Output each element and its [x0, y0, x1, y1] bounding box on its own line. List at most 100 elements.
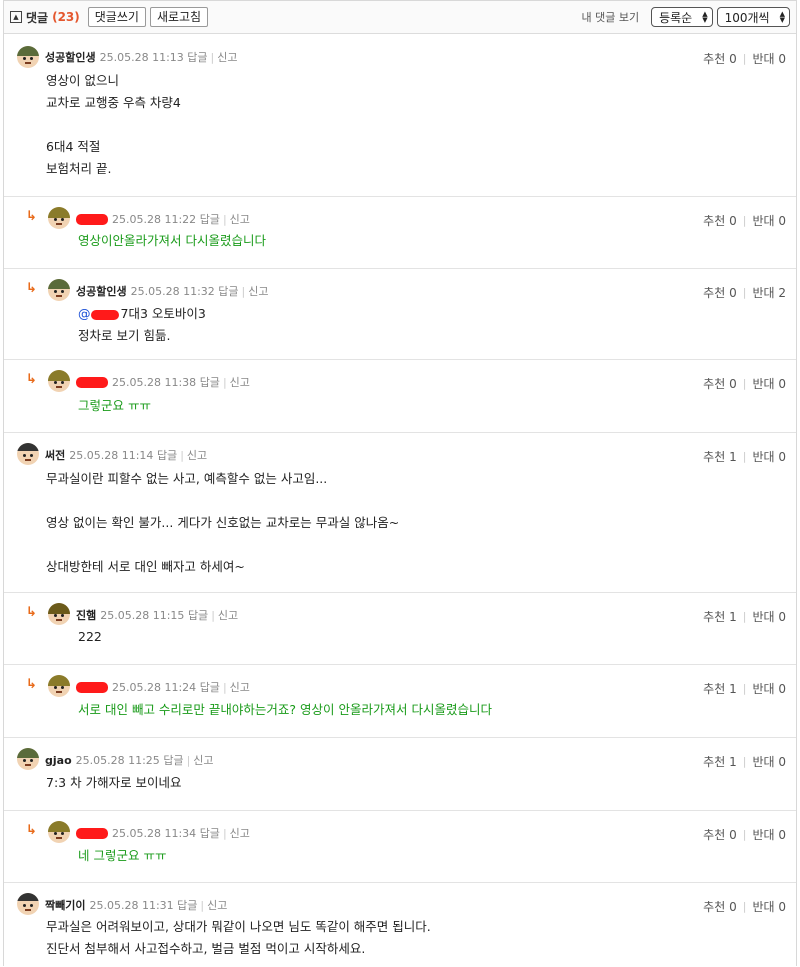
sort-select[interactable]: 등록순 ▲ ▼: [651, 7, 713, 27]
reply-item: ↳ 25.05.28 11:24 답글 | 신고 추천 1 | 반대 0 서로 대…: [4, 665, 796, 738]
report-link[interactable]: 신고: [230, 825, 250, 841]
upvote-button[interactable]: 추천 0: [703, 284, 737, 301]
comment-body: 그렇군요 ㅠㅠ: [78, 398, 151, 413]
avatar: [48, 603, 70, 625]
comment-item: 써전 25.05.28 11:14 답글 | 신고 추천 1 | 반대 0 무과실…: [4, 433, 796, 593]
report-link[interactable]: 신고: [230, 679, 250, 695]
mention-tag[interactable]: @: [78, 306, 91, 321]
reply-link[interactable]: 답글: [200, 825, 220, 841]
report-link[interactable]: 신고: [187, 447, 207, 463]
comment-count: (23): [52, 10, 80, 24]
redacted-nickname: [76, 827, 108, 839]
comment-body: 영상이안올라가져서 다시올렸습니다: [78, 233, 266, 248]
updown-icon: ▲ ▼: [779, 10, 785, 24]
comment-item: 성공할인생 25.05.28 11:13 답글 | 신고 추천 0 | 반대 0 …: [4, 35, 796, 197]
avatar: [17, 443, 39, 465]
comments-toggle[interactable]: ▲ 댓글 (23): [10, 9, 80, 26]
comment-toolbar: ▲ 댓글 (23) 댓글쓰기 새로고침 내 댓글 보기 등록순 ▲ ▼ 100개씩 …: [4, 1, 796, 34]
downvote-button[interactable]: 반대 0: [752, 448, 786, 465]
downvote-button[interactable]: 반대 0: [752, 753, 786, 770]
upvote-button[interactable]: 추천 0: [703, 898, 737, 915]
comment-time: 25.05.28 11:24: [112, 680, 197, 694]
comment-time: 25.05.28 11:15: [100, 608, 185, 622]
report-link[interactable]: 신고: [230, 374, 250, 390]
comment-body: 무과실은 어려워보이고, 상대가 뭐같이 나오면 님도 똑같이 해주면 됩니다.…: [46, 919, 431, 956]
comment-author[interactable]: gjao: [45, 754, 72, 767]
downvote-button[interactable]: 반대 0: [752, 212, 786, 229]
report-link[interactable]: 신고: [218, 607, 238, 623]
downvote-button[interactable]: 반대 0: [752, 680, 786, 697]
comment-time: 25.05.28 11:31: [89, 898, 174, 912]
refresh-button[interactable]: 새로고침: [149, 7, 209, 27]
downvote-button[interactable]: 반대 2: [752, 284, 786, 301]
upvote-button[interactable]: 추천 1: [703, 680, 737, 697]
upvote-button[interactable]: 추천 1: [703, 608, 737, 625]
reply-link[interactable]: 답글: [157, 447, 177, 463]
avatar: [48, 821, 70, 843]
reply-arrow-icon: ↳: [26, 823, 37, 838]
report-link[interactable]: 신고: [207, 897, 227, 913]
report-link[interactable]: 신고: [217, 49, 237, 65]
upvote-button[interactable]: 추천 0: [703, 375, 737, 392]
comment-body: 무과실이란 피할수 없는 사고, 예측할수 없는 사고임... 영상 없이는 확…: [46, 471, 400, 574]
redacted-nickname: [76, 681, 108, 693]
per-page-select[interactable]: 100개씩 ▲ ▼: [716, 7, 790, 27]
comment-body: 네 그렇군요 ㅠㅠ: [78, 848, 167, 863]
reply-link[interactable]: 답글: [218, 283, 238, 299]
report-link[interactable]: 신고: [193, 752, 213, 768]
comment-author[interactable]: 성공할인생: [45, 49, 96, 65]
reply-arrow-icon: ↳: [26, 209, 37, 224]
comment-item: gjao 25.05.28 11:25 답글 | 신고 추천 1 | 반대 0 7…: [4, 738, 796, 811]
comment-body: 영상이 없으니 교차로 교행중 우측 차량4 6대4 적절 보험처리 끝.: [46, 73, 181, 176]
collapse-icon: ▲: [10, 11, 22, 23]
comment-author[interactable]: 진햄: [76, 607, 96, 623]
avatar: [48, 279, 70, 301]
reply-item: ↳ 성공할인생 25.05.28 11:32 답글 | 신고 추천 0 | 반대 …: [4, 269, 796, 360]
my-comments-link[interactable]: 내 댓글 보기: [582, 9, 640, 25]
upvote-button[interactable]: 추천 1: [703, 753, 737, 770]
reply-link[interactable]: 답글: [200, 374, 220, 390]
avatar: [17, 748, 39, 770]
downvote-button[interactable]: 반대 0: [752, 608, 786, 625]
reply-link[interactable]: 답글: [188, 607, 208, 623]
comment-body: 222: [78, 629, 102, 644]
per-page-value: 100개씩: [724, 10, 770, 25]
upvote-button[interactable]: 추천 0: [703, 212, 737, 229]
write-comment-button[interactable]: 댓글쓰기: [87, 7, 146, 27]
comment-time: 25.05.28 11:13: [99, 50, 184, 64]
reply-item: ↳ 25.05.28 11:38 답글 | 신고 추천 0 | 반대 0 그렇군요…: [4, 360, 796, 433]
comment-author[interactable]: 써전: [45, 447, 65, 463]
comment-time: 25.05.28 11:38: [112, 375, 197, 389]
reply-link[interactable]: 답글: [177, 897, 197, 913]
upvote-button[interactable]: 추천 0: [703, 50, 737, 67]
upvote-button[interactable]: 추천 1: [703, 448, 737, 465]
comment-author[interactable]: 성공할인생: [76, 283, 127, 299]
comment-section: ▲ 댓글 (23) 댓글쓰기 새로고침 내 댓글 보기 등록순 ▲ ▼ 100개씩 …: [3, 0, 797, 966]
comment-body: @7대3 오토바이3 정차로 보기 힘듦.: [78, 306, 206, 343]
avatar: [48, 207, 70, 229]
comment-time: 25.05.28 11:34: [112, 826, 197, 840]
downvote-button[interactable]: 반대 0: [752, 375, 786, 392]
downvote-button[interactable]: 반대 0: [752, 50, 786, 67]
updown-icon: ▲ ▼: [702, 10, 708, 24]
comment-time: 25.05.28 11:14: [69, 448, 154, 462]
comments-label: 댓글: [26, 10, 49, 25]
comment-item: 짝빼기이 25.05.28 11:31 답글 | 신고 추천 0 | 반대 0 무…: [4, 883, 796, 967]
reply-link[interactable]: 답글: [187, 49, 207, 65]
reply-link[interactable]: 답글: [200, 679, 220, 695]
downvote-button[interactable]: 반대 0: [752, 826, 786, 843]
comment-author[interactable]: 짝빼기이: [45, 897, 85, 913]
report-link[interactable]: 신고: [248, 283, 268, 299]
reply-item: ↳ 진햄 25.05.28 11:15 답글 | 신고 추천 1 | 반대 0 2…: [4, 593, 796, 665]
reply-link[interactable]: 답글: [163, 752, 183, 768]
upvote-button[interactable]: 추천 0: [703, 826, 737, 843]
downvote-button[interactable]: 반대 0: [752, 898, 786, 915]
avatar: [17, 46, 39, 68]
reply-arrow-icon: ↳: [26, 372, 37, 387]
reply-link[interactable]: 답글: [200, 211, 220, 227]
avatar: [48, 675, 70, 697]
redacted-nickname: [90, 309, 119, 320]
sort-value: 등록순: [659, 10, 693, 25]
report-link[interactable]: 신고: [230, 211, 250, 227]
avatar: [48, 370, 70, 392]
